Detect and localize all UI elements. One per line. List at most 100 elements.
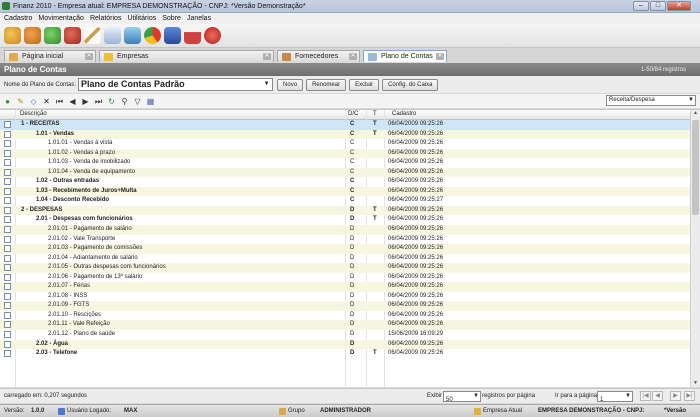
table-row[interactable]: 2 - DESPESAS D T 06/04/2009 09:25:26	[0, 205, 690, 216]
scroll-thumb[interactable]	[692, 120, 699, 215]
people-icon[interactable]	[24, 27, 41, 44]
prev-icon[interactable]: ◀	[68, 97, 77, 106]
row-checkbox[interactable]	[4, 140, 11, 148]
table-row[interactable]: 2.01.09 - FGTS D 06/04/2009 09:25:26	[0, 301, 690, 311]
vertical-scrollbar[interactable]: ▲ ▼	[690, 110, 700, 387]
first-icon[interactable]: ⏮	[55, 97, 64, 106]
close-tab-icon[interactable]: ✕	[349, 53, 357, 60]
users-icon[interactable]	[4, 27, 21, 44]
table-row[interactable]: 2.01.03 - Pagamento de comissões D 06/04/2…	[0, 244, 690, 254]
type-select[interactable]: Receita/Despesa ▼	[606, 95, 696, 106]
close-tab-icon[interactable]: ✕	[85, 53, 93, 60]
row-checkbox[interactable]	[4, 130, 11, 138]
menu-relatorios[interactable]: Relatórios	[90, 15, 122, 22]
table-row[interactable]: 2.01.12 - Plano de saúde D 15/06/2009 16:0…	[0, 330, 690, 340]
table-row[interactable]: 1.01.03 - Venda de imobilizado C 06/04/200…	[0, 158, 690, 168]
row-checkbox[interactable]	[4, 187, 11, 195]
calendar-icon[interactable]	[184, 27, 201, 44]
pen-icon[interactable]	[84, 27, 101, 44]
table-row[interactable]: 1.01.04 - Venda de equipamento C 06/04/200…	[0, 167, 690, 178]
row-checkbox[interactable]	[4, 235, 11, 243]
tab-fornecedores[interactable]: Fornecedores ✕	[277, 50, 360, 62]
row-checkbox[interactable]	[4, 216, 11, 224]
row-checkbox[interactable]	[4, 340, 11, 348]
money-icon[interactable]	[44, 27, 61, 44]
close-tab-icon[interactable]: ✕	[263, 53, 271, 60]
row-checkbox[interactable]	[4, 254, 11, 262]
excluir-button[interactable]: Excluir	[349, 78, 380, 91]
prev-page-icon[interactable]: ◀	[652, 391, 663, 401]
search-icon[interactable]: ⚲	[120, 97, 129, 106]
table-row[interactable]: 2.01.05 - Outras despesas com funcionári…	[0, 263, 690, 273]
menu-janelas[interactable]: Janelas	[187, 15, 211, 22]
row-checkbox[interactable]	[4, 264, 11, 272]
row-checkbox[interactable]	[4, 273, 11, 281]
config-caixa-button[interactable]: Config. do Caixa	[382, 78, 439, 91]
row-checkbox[interactable]	[4, 245, 11, 253]
power-icon[interactable]	[204, 27, 221, 44]
close-button[interactable]: ✕	[667, 1, 691, 11]
table-row[interactable]: 2.01.10 - Rescições D 06/04/2009 09:25:26	[0, 311, 690, 321]
table-row[interactable]: 2.01.11 - Vale Refeição D 06/04/2009 09:25…	[0, 320, 690, 331]
table-row[interactable]: 2.02 - Água D 06/04/2009 09:25:26	[0, 339, 690, 350]
table-row[interactable]: 1.02 - Outras entradas C 06/04/2009 09:25:…	[0, 177, 690, 187]
cash-icon[interactable]	[64, 27, 81, 44]
page-select[interactable]: 1 ▼	[597, 391, 633, 403]
row-checkbox[interactable]	[4, 206, 11, 214]
menu-sobre[interactable]: Sobre	[162, 15, 181, 22]
row-checkbox[interactable]	[4, 226, 11, 234]
table-row[interactable]: 2.01.02 - Vale Transporte D 06/04/2009 09:…	[0, 235, 690, 245]
first-page-icon[interactable]: |◀	[640, 391, 651, 401]
close-tab-icon[interactable]: ✕	[436, 53, 444, 60]
delete-icon[interactable]: ✕	[42, 97, 51, 106]
tab-empresas[interactable]: Empresas ✕	[99, 50, 274, 62]
pie-icon[interactable]	[144, 27, 161, 44]
last-page-icon[interactable]: ▶|	[684, 391, 695, 401]
next-icon[interactable]: ▶	[81, 97, 90, 106]
col-cadastro[interactable]: Cadastro	[392, 111, 416, 117]
col-descricao[interactable]: Descrição	[20, 111, 47, 117]
table-row[interactable]: 2.01 - Despesas com funcionários D T 06/04/…	[0, 215, 690, 225]
last-icon[interactable]: ⏭	[94, 97, 103, 106]
row-checkbox[interactable]	[4, 302, 11, 310]
row-checkbox[interactable]	[4, 350, 11, 358]
save-icon[interactable]	[164, 27, 181, 44]
row-checkbox[interactable]	[4, 178, 11, 186]
table-row[interactable]: 2.01.07 - Férias D 06/04/2009 09:25:26	[0, 282, 690, 292]
menu-utilitarios[interactable]: Utilitários	[127, 15, 156, 22]
menu-cadastro[interactable]: Cadastro	[4, 15, 32, 22]
next-page-icon[interactable]: ▶	[670, 391, 681, 401]
table-row[interactable]: 1.01.01 - Vendas à vista C 06/04/2009 09:2…	[0, 139, 690, 149]
table-row[interactable]: 2.01.04 - Adiantamento de salário D 06/04/…	[0, 254, 690, 264]
table-row[interactable]: 1.03 - Recebimento de Juros+Multa C 06/04/…	[0, 186, 690, 197]
maximize-button[interactable]: □	[650, 1, 666, 11]
row-checkbox[interactable]	[4, 149, 11, 157]
novo-button[interactable]: Novo	[277, 78, 304, 91]
row-checkbox[interactable]	[4, 331, 11, 339]
per-page-select[interactable]: 50 ▼	[443, 391, 481, 403]
row-checkbox[interactable]	[4, 197, 11, 205]
menu-movimentacao[interactable]: Movimentação	[38, 15, 84, 22]
report-icon[interactable]	[104, 27, 121, 44]
scroll-up-icon[interactable]: ▲	[691, 110, 700, 118]
scroll-down-icon[interactable]: ▼	[691, 380, 700, 387]
renomear-button[interactable]: Renomear	[306, 78, 347, 91]
table-row[interactable]: 2.03 - Telefone D T 06/04/2009 09:25:26	[0, 349, 690, 359]
filter-icon[interactable]: ▽	[133, 97, 142, 106]
tab-plano-de-contas[interactable]: Plano de Contas ✕	[363, 50, 447, 62]
table-row[interactable]: 2.01.06 - Pagamento de 13º salário D 06/04…	[0, 273, 690, 283]
table-row[interactable]: 1 - RECEITAS C T 06/04/2009 09:25:26	[0, 120, 690, 130]
col-t[interactable]: T	[373, 111, 377, 117]
row-checkbox[interactable]	[4, 159, 11, 167]
table-row[interactable]: 1.04 - Desconto Recebido C 06/04/2009 09:2…	[0, 196, 690, 206]
minimize-button[interactable]: –	[633, 1, 649, 11]
grid-icon[interactable]: ▦	[146, 97, 155, 106]
table-row[interactable]: 1.01.02 - Vendas à prazo C 06/04/2009 09:2…	[0, 148, 690, 159]
col-dc[interactable]: D/C	[348, 111, 358, 117]
row-checkbox[interactable]	[4, 311, 11, 319]
table-row[interactable]: 2.01.01 - Pagamento de salário D 06/04/200…	[0, 225, 690, 235]
edit-icon[interactable]: ✎	[16, 97, 25, 106]
row-checkbox[interactable]	[4, 292, 11, 300]
refresh-icon[interactable]: ↻	[107, 97, 116, 106]
add-icon[interactable]: ●	[3, 97, 12, 106]
